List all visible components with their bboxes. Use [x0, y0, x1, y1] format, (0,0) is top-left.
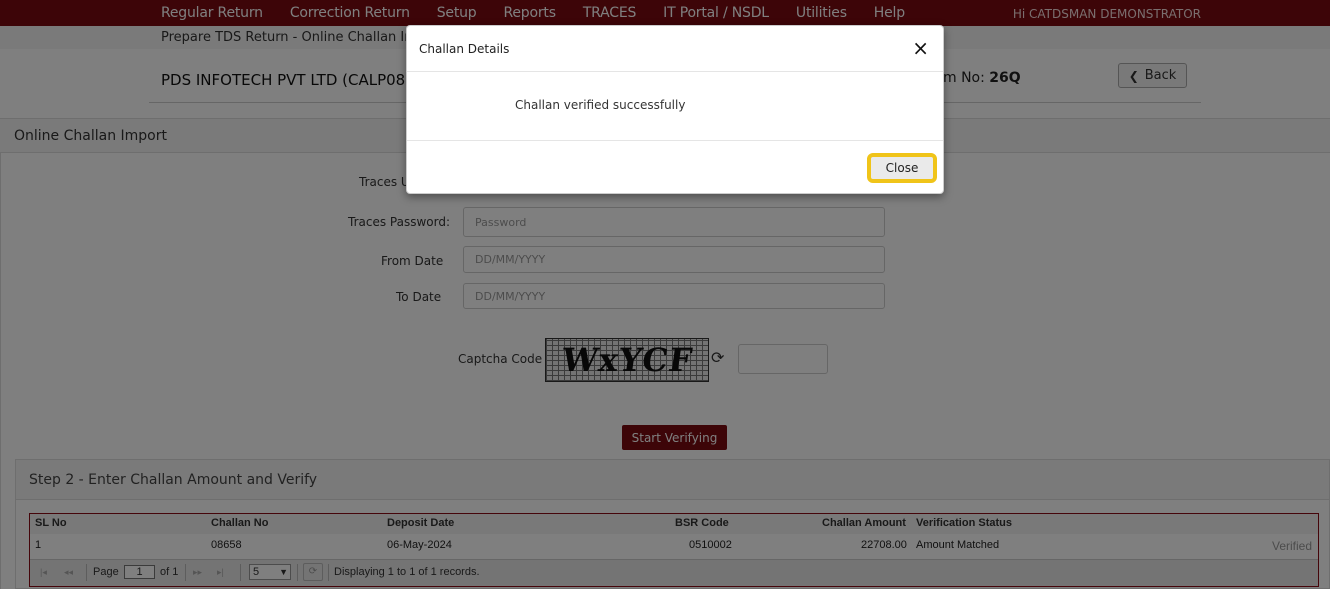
- challan-details-modal: Challan Details × Challan verified succe…: [406, 25, 944, 194]
- modal-header: Challan Details ×: [407, 26, 943, 72]
- close-icon[interactable]: ×: [912, 38, 929, 58]
- close-button[interactable]: Close: [867, 153, 937, 183]
- modal-body: Challan verified successfully: [407, 72, 943, 141]
- modal-message: Challan verified successfully: [515, 98, 686, 112]
- modal-title: Challan Details: [419, 42, 510, 56]
- modal-footer: Close: [407, 141, 943, 195]
